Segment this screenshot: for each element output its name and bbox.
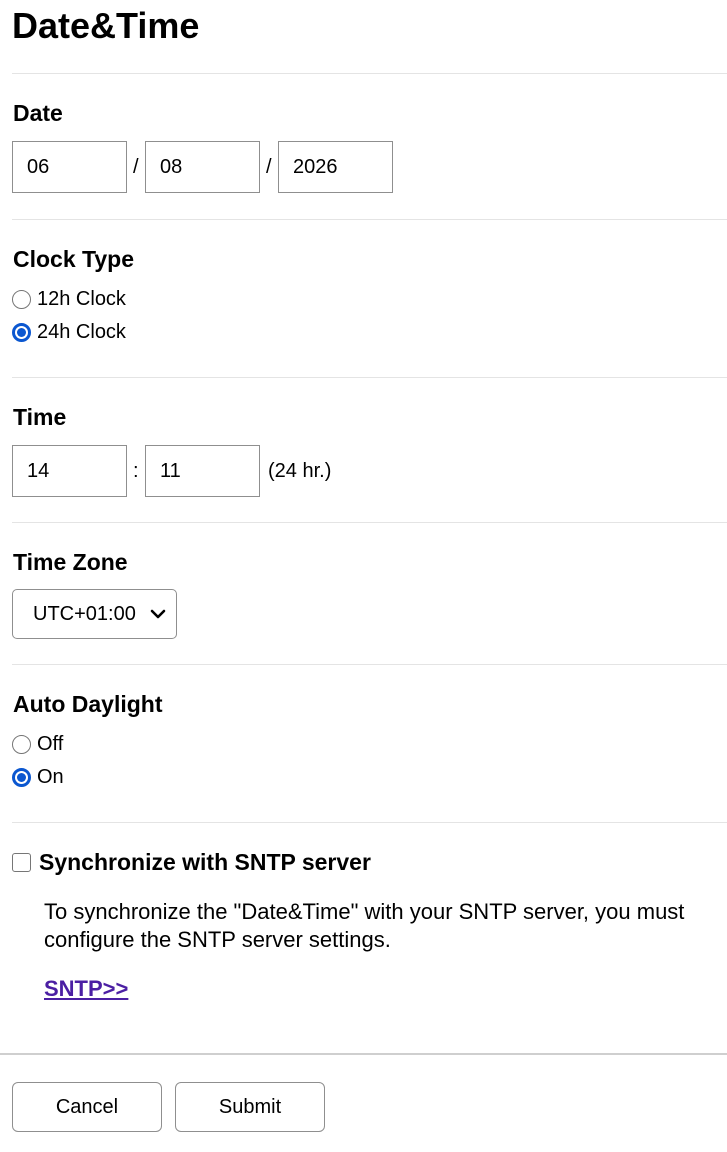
radio-12h-clock[interactable] <box>12 289 31 309</box>
sntp-sync-checkbox[interactable] <box>12 853 31 872</box>
auto-daylight-option-on[interactable]: On <box>12 764 64 790</box>
time-separator: : <box>133 460 139 482</box>
auto-daylight-label: Auto Daylight <box>13 691 163 717</box>
date-year-input[interactable] <box>278 141 393 193</box>
date-label: Date <box>13 100 63 126</box>
clock-type-option-12h[interactable]: 12h Clock <box>12 286 126 312</box>
radio-label: 12h Clock <box>37 287 126 310</box>
time-zone-select[interactable]: UTC+01:00 <box>12 589 177 639</box>
clock-type-option-24h[interactable]: 24h Clock <box>12 319 126 345</box>
radio-off[interactable] <box>12 734 31 754</box>
time-label: Time <box>13 404 67 430</box>
sntp-sync-option[interactable]: Synchronize with SNTP server <box>12 849 371 876</box>
time-minute-input[interactable] <box>145 445 260 497</box>
clock-type-label: Clock Type <box>13 246 134 272</box>
divider <box>12 822 727 823</box>
divider <box>12 377 727 378</box>
divider <box>12 73 727 74</box>
date-separator: / <box>133 156 139 178</box>
date-month-input[interactable] <box>12 141 127 193</box>
auto-daylight-option-off[interactable]: Off <box>12 731 63 757</box>
sntp-settings-link[interactable]: SNTP>> <box>44 976 128 1002</box>
page-title: Date&Time <box>12 5 200 46</box>
footer-divider <box>0 1053 727 1055</box>
time-hour-input[interactable] <box>12 445 127 497</box>
radio-24h-clock[interactable] <box>12 322 31 342</box>
radio-label: 24h Clock <box>37 320 126 343</box>
cancel-button[interactable]: Cancel <box>12 1082 162 1132</box>
divider <box>12 522 727 523</box>
submit-button[interactable]: Submit <box>175 1082 325 1132</box>
time-zone-label: Time Zone <box>13 549 128 575</box>
time-format-note: (24 hr.) <box>268 460 332 482</box>
chevron-down-icon <box>150 609 166 619</box>
date-day-input[interactable] <box>145 141 260 193</box>
sntp-info-text: To synchronize the "Date&Time" with your… <box>44 899 685 952</box>
radio-label: Off <box>37 732 64 755</box>
divider <box>12 664 727 665</box>
radio-label: On <box>37 765 64 788</box>
radio-on[interactable] <box>12 767 31 787</box>
sntp-sync-label: Synchronize with SNTP server <box>39 849 371 875</box>
divider <box>12 219 727 220</box>
date-separator: / <box>266 156 272 178</box>
time-zone-value: UTC+01:00 <box>33 602 136 625</box>
